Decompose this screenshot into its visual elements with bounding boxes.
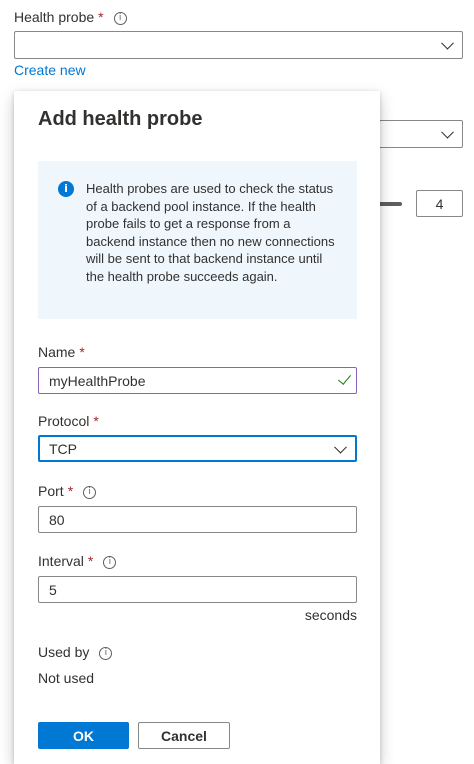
name-label-text: Name	[38, 344, 76, 360]
create-new-link[interactable]: Create new	[14, 62, 86, 78]
info-message-text: Health probes are used to check the stat…	[86, 181, 335, 284]
info-icon[interactable]: i	[113, 11, 127, 25]
required-asterisk: *	[87, 553, 94, 569]
protocol-label-text: Protocol	[38, 413, 90, 429]
interval-label-text: Interval	[38, 553, 84, 569]
interval-input-value: 5	[49, 582, 57, 598]
health-probe-label-text: Health probe	[14, 9, 95, 25]
protocol-label: Protocol *	[38, 413, 99, 429]
port-label-text: Port	[38, 483, 64, 499]
interval-label: Interval * i	[38, 553, 117, 569]
protocol-select[interactable]: TCP	[38, 435, 357, 462]
chevron-down-icon	[441, 36, 454, 50]
required-asterisk: *	[79, 344, 85, 360]
required-asterisk: *	[98, 9, 104, 25]
required-asterisk: *	[67, 483, 74, 499]
port-label: Port * i	[38, 483, 97, 499]
background-select[interactable]	[378, 120, 463, 148]
info-icon[interactable]: i	[99, 646, 113, 660]
required-asterisk: *	[93, 413, 99, 429]
chevron-down-icon	[334, 440, 347, 454]
ok-button[interactable]: OK	[38, 722, 129, 749]
health-probe-label: Health probe * i	[14, 9, 127, 25]
info-icon[interactable]: i	[83, 485, 97, 499]
used-by-label-text: Used by	[38, 644, 90, 660]
cancel-button[interactable]: Cancel	[138, 722, 230, 749]
port-input[interactable]: 80	[38, 506, 357, 533]
info-icon[interactable]: i	[103, 555, 117, 569]
panel-title: Add health probe	[38, 108, 203, 130]
checkmark-icon	[337, 371, 352, 385]
interval-input[interactable]: 5	[38, 576, 357, 603]
threshold-input[interactable]: 4	[416, 190, 463, 217]
used-by-value: Not used	[38, 670, 95, 686]
chevron-down-icon	[441, 125, 454, 139]
interval-unit: seconds	[304, 607, 357, 623]
info-circle-icon: i	[58, 181, 74, 197]
name-input[interactable]: myHealthProbe	[38, 367, 357, 394]
protocol-select-value: TCP	[49, 441, 77, 457]
add-health-probe-panel: Add health probe i Health probes are use…	[14, 91, 380, 764]
info-message-box: i Health probes are used to check the st…	[38, 161, 357, 319]
health-probe-select[interactable]	[14, 31, 463, 59]
used-by-label: Used by i	[38, 644, 113, 660]
name-label: Name *	[38, 344, 85, 360]
threshold-slider[interactable]	[378, 202, 402, 206]
port-input-value: 80	[49, 512, 65, 528]
name-input-value: myHealthProbe	[49, 373, 146, 389]
